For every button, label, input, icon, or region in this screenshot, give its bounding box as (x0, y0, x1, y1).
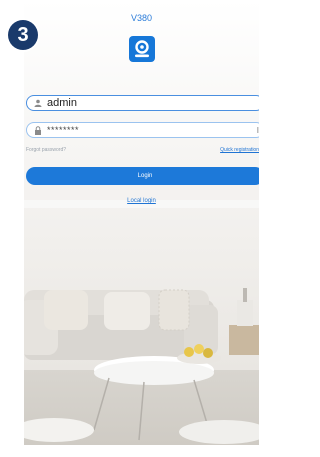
link-row: Forgot password? Quick registration (26, 147, 259, 157)
phone-screen: V380 admin ******** I Forgot password? Q (24, 0, 259, 445)
v380-logo-icon (129, 36, 155, 62)
lock-icon (33, 125, 43, 135)
living-room-background-image (24, 0, 259, 445)
quick-registration-link[interactable]: Quick registration (220, 147, 259, 153)
password-field[interactable]: ******** I (26, 122, 259, 138)
username-value: admin (47, 97, 77, 109)
forgot-password-link[interactable]: Forgot password? (26, 147, 66, 153)
step-number-badge: 3 (8, 20, 38, 50)
user-icon (33, 98, 43, 108)
eye-toggle-icon[interactable]: I (257, 126, 259, 135)
app-title: V380 (130, 13, 153, 23)
login-button[interactable]: Login (26, 167, 259, 185)
username-field[interactable]: admin (26, 95, 259, 111)
password-value: ******** (47, 125, 80, 135)
local-login-link[interactable]: Local login (24, 198, 259, 204)
